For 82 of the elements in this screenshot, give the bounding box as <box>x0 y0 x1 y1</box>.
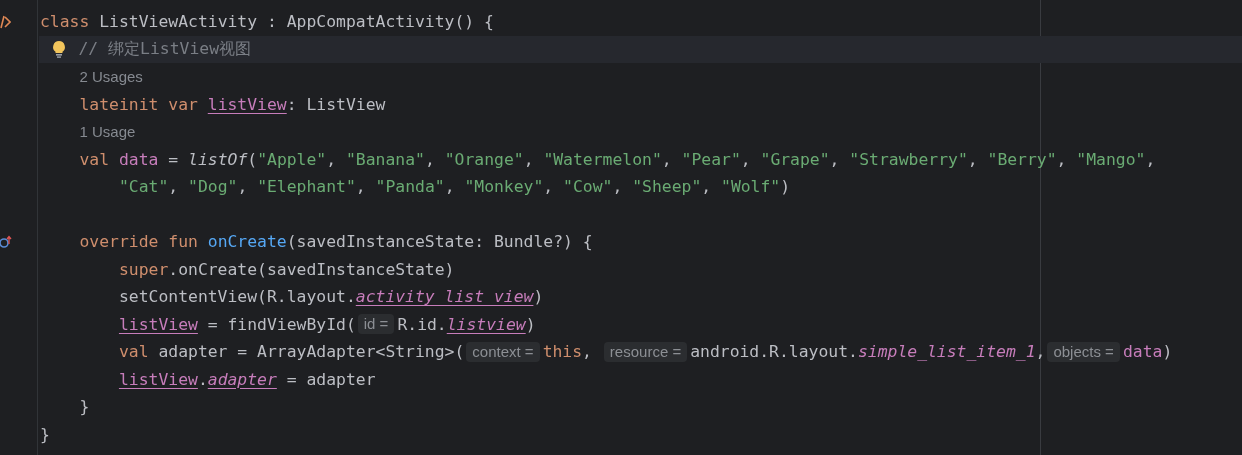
code-text: . <box>197 369 208 389</box>
keyword: super <box>118 259 169 279</box>
string-literal: "Banana" <box>345 149 425 169</box>
string-literal: "Panda" <box>375 177 445 197</box>
code-text: , <box>168 177 180 197</box>
property-name: listView <box>118 314 198 334</box>
code-text: , <box>355 177 367 197</box>
code-text: , <box>612 177 624 197</box>
property-name: listview <box>446 314 526 334</box>
parameter-hint: objects = <box>1047 341 1120 362</box>
code-text: , <box>701 177 713 197</box>
code-text: ) <box>780 177 791 197</box>
code-text: , <box>326 149 338 169</box>
keyword: val <box>79 149 111 169</box>
code-text: = findViewById( <box>206 314 356 334</box>
code-text: ListViewActivity : AppCompatActivity() { <box>98 12 494 32</box>
string-literal: "Pear" <box>681 149 741 169</box>
code-text: adapter = ArrayAdapter<String>( <box>157 342 465 362</box>
property-name: data <box>118 149 159 169</box>
code-text: , <box>1056 149 1068 169</box>
property-name: listView <box>118 369 198 389</box>
code-text: , <box>1145 149 1156 169</box>
string-literal: "Sheep" <box>632 177 702 197</box>
parameter-hint: resource = <box>603 341 688 362</box>
usages-link[interactable]: 2 Usages <box>79 68 143 86</box>
property-name: simple_list_item_1 <box>857 342 1036 362</box>
parameter-hint: context = <box>466 341 540 362</box>
code-text: , <box>582 342 593 362</box>
code-text: setContentView(R.layout. <box>118 287 356 307</box>
code-text: , <box>237 177 249 197</box>
function-name: onCreate <box>207 232 287 252</box>
code-text: ( <box>247 149 258 169</box>
code-text: } <box>79 397 90 417</box>
property-name: data <box>1122 342 1163 362</box>
code-text: , <box>543 177 555 197</box>
code-text: R.id. <box>397 314 447 334</box>
parameter-hint: id = <box>357 314 395 335</box>
keyword: override fun <box>79 232 199 252</box>
code-text: , <box>444 177 456 197</box>
code-text: android.R.layout. <box>690 342 858 362</box>
string-literal: "Wolf" <box>721 177 781 197</box>
property-name: listView <box>207 94 287 114</box>
code-icon[interactable] <box>0 14 11 29</box>
string-literal: "Apple" <box>257 149 327 169</box>
string-literal: "Monkey" <box>464 177 544 197</box>
string-literal: "Watermelon" <box>543 149 662 169</box>
keyword: class <box>40 12 90 32</box>
string-literal: "Orange" <box>444 149 524 169</box>
code-text: = adapter <box>285 369 376 389</box>
string-literal: "Cat" <box>118 177 169 197</box>
usages-link[interactable]: 1 Usage <box>79 123 136 141</box>
string-literal: "Mango" <box>1076 149 1146 169</box>
string-literal: "Strawberry" <box>849 149 968 169</box>
code-text: , <box>424 149 436 169</box>
string-literal: "Elephant" <box>257 177 356 197</box>
string-literal: "Dog" <box>188 177 238 197</box>
code-text: , <box>523 149 535 169</box>
property-name: activity_list_view <box>355 287 534 307</box>
keyword: val <box>118 342 149 362</box>
code-text: } <box>40 424 50 444</box>
string-literal: "Berry" <box>987 149 1057 169</box>
code-text: (savedInstanceState: Bundle?) { <box>286 232 593 252</box>
code-text: , <box>661 149 673 169</box>
lightbulb-icon[interactable] <box>52 39 66 58</box>
code-comment: // 绑定ListView视图 <box>78 38 252 61</box>
code-text: , <box>829 149 841 169</box>
keyword: this <box>542 342 583 362</box>
code-text: : ListView <box>286 94 386 114</box>
code-text: , <box>1035 342 1046 362</box>
code-text: ) <box>533 287 544 307</box>
function-call: listOf <box>188 149 248 169</box>
code-text: ) <box>525 314 536 334</box>
code-text: , <box>967 149 979 169</box>
code-text: ) <box>1162 342 1173 362</box>
keyword: lateinit var <box>79 94 199 114</box>
code-text: , <box>740 149 752 169</box>
string-literal: "Grape" <box>760 149 830 169</box>
circle-arrow-icon[interactable] <box>0 234 12 249</box>
string-literal: "Cow" <box>563 177 613 197</box>
code-text: .onCreate(savedInstanceState) <box>168 259 455 279</box>
code-text: = <box>167 149 180 169</box>
property-name: adapter <box>207 369 277 389</box>
